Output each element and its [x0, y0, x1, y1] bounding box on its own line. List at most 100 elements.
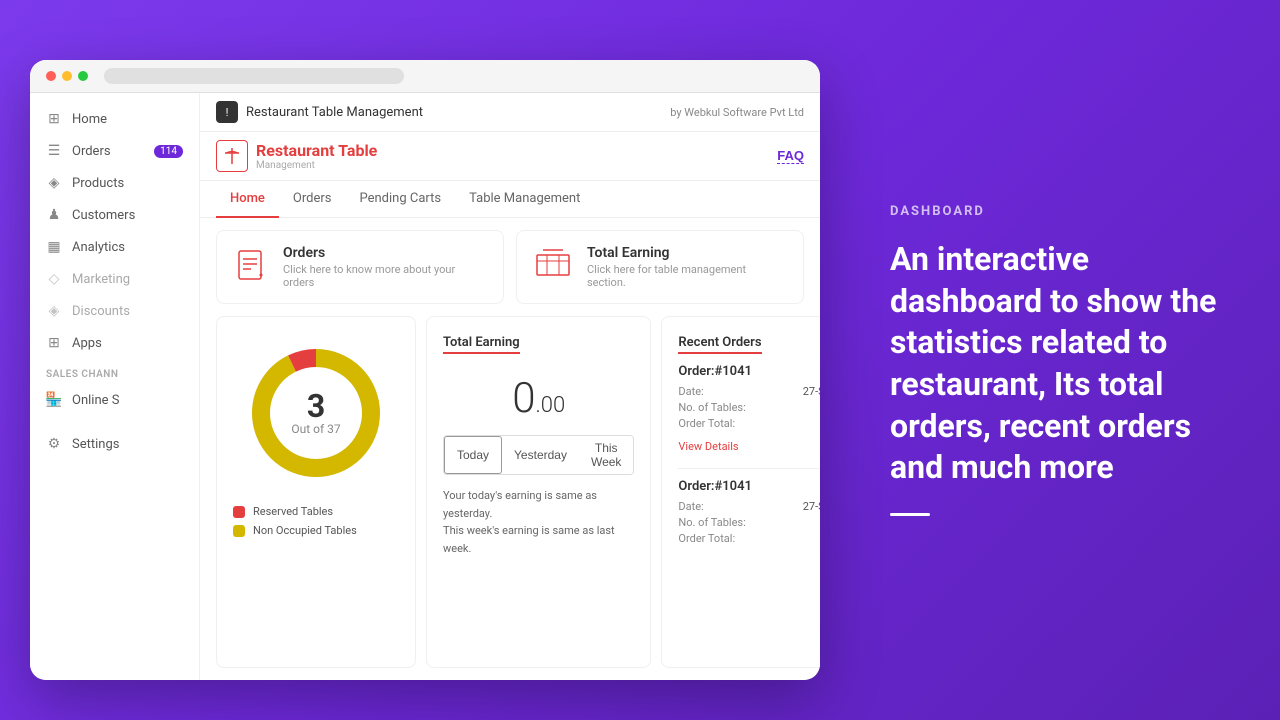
legend-dot-non-occupied [233, 525, 245, 537]
order-entry-1: Order:#1041 Date: 27-Sep-2022 No. of Tab… [678, 364, 820, 454]
customers-icon: ♟ [46, 207, 62, 223]
earning-card-title: Total Earning [587, 245, 787, 261]
sidebar-item-customers[interactable]: ♟ Customers [30, 199, 199, 231]
earning-card-icon [533, 247, 573, 288]
donut-label: 3 Out of 37 [291, 390, 340, 436]
tab-pending-carts[interactable]: Pending Carts [345, 181, 455, 218]
store-icon: 🏪 [46, 392, 62, 408]
legend-label-non-occupied: Non Occupied Tables [253, 524, 357, 537]
legend-dot-reserved [233, 506, 245, 518]
apps-icon: ⊞ [46, 335, 62, 351]
order-id-2: Order:#1041 [678, 479, 820, 494]
order-tables-label-2: No. of Tables: [678, 516, 745, 529]
products-icon: ◈ [46, 175, 62, 191]
sidebar-label-online-store: Online S [72, 393, 119, 408]
settings-icon: ⚙ [46, 436, 62, 452]
earning-filter-tabs: Today Yesterday This Week [443, 435, 634, 475]
order-total-row-1: Order Total: 787.50 [678, 417, 820, 432]
plugin-by: by Webkul Software Pvt Ltd [670, 106, 804, 119]
summary-cards: Orders Click here to know more about you… [200, 218, 820, 316]
sidebar-label-apps: Apps [72, 336, 102, 351]
rt-header: Restaurant Table Management FAQ [200, 132, 820, 181]
sidebar-item-marketing: ◇ Marketing [30, 263, 199, 295]
summary-card-orders[interactable]: Orders Click here to know more about you… [216, 230, 504, 304]
donut-number: 3 [291, 390, 340, 422]
plugin-header: ! Restaurant Table Management by Webkul … [200, 93, 820, 132]
order-id-1: Order:#1041 [678, 364, 820, 379]
sidebar-label-discounts: Discounts [72, 304, 130, 319]
dashboard-divider [890, 513, 930, 516]
filter-tab-yesterday[interactable]: Yesterday [502, 436, 579, 474]
browser-bar [30, 60, 820, 93]
rt-logo-area: Restaurant Table Management [216, 140, 377, 172]
donut-sub: Out of 37 [291, 422, 340, 436]
sidebar-label-settings: Settings [72, 437, 119, 452]
sidebar-item-orders[interactable]: ☰ Orders 114 [30, 135, 199, 167]
earning-amount-int: 0 [512, 374, 535, 423]
browser-dot-yellow [62, 71, 72, 81]
earning-note-week: This week's earning is same as last week… [443, 522, 634, 557]
tab-orders[interactable]: Orders [279, 181, 346, 218]
home-icon: ⊞ [46, 111, 62, 127]
dashboard-label: DASHBOARD [890, 204, 1240, 219]
dashboard-description: An interactive dashboard to show the sta… [890, 239, 1240, 489]
tables-panel: 3 Out of 37 Reserved Tables Non Occupied… [216, 316, 416, 668]
order-date-row-2: Date: 27-Sep-2022 [678, 500, 820, 513]
order-date-value-1: 27-Sep-2022 [803, 385, 820, 398]
filter-tab-today[interactable]: Today [444, 436, 502, 474]
tab-table-management[interactable]: Table Management [455, 181, 594, 218]
earning-card-text: Total Earning Click here for table manag… [587, 245, 787, 289]
earning-amount-dec: .00 [536, 393, 566, 418]
sidebar-item-home[interactable]: ⊞ Home [30, 103, 199, 135]
filter-tab-this-week[interactable]: This Week [579, 436, 633, 474]
order-date-row-1: Date: 27-Sep-2022 [678, 385, 820, 398]
browser-content: ⊞ Home ☰ Orders 114 ◈ Products ♟ Custome… [30, 93, 820, 680]
orders-card-text: Orders Click here to know more about you… [283, 245, 487, 289]
sidebar-item-discounts: ◈ Discounts [30, 295, 199, 327]
browser-mockup: ⊞ Home ☰ Orders 114 ◈ Products ♟ Custome… [30, 60, 820, 680]
sidebar-item-online-store[interactable]: 🏪 Online S [30, 384, 199, 416]
earning-amount: 0.00 [443, 374, 634, 423]
order-date-label-1: Date: [678, 385, 703, 398]
rt-icon-svg [223, 147, 241, 165]
rt-icon-box [216, 140, 248, 172]
sidebar-item-apps[interactable]: ⊞ Apps [30, 327, 199, 359]
summary-card-earning[interactable]: Total Earning Click here for table manag… [516, 230, 804, 304]
rt-title-group: Restaurant Table Management [256, 141, 377, 171]
analytics-icon: ▦ [46, 239, 62, 255]
sidebar-label-analytics: Analytics [72, 240, 125, 255]
rt-subtitle: Management [256, 160, 377, 171]
faq-button[interactable]: FAQ [777, 148, 804, 164]
sidebar-label-home: Home [72, 112, 107, 127]
view-details-link-1[interactable]: View Details [678, 440, 738, 453]
order-tables-row-1: No. of Tables: 1 [678, 401, 820, 414]
sidebar-label-products: Products [72, 176, 124, 191]
tab-home[interactable]: Home [216, 181, 279, 218]
browser-dot-green [78, 71, 88, 81]
marketing-icon: ◇ [46, 271, 62, 287]
plugin-title: Restaurant Table Management [246, 105, 423, 120]
order-date-label-2: Date: [678, 500, 703, 513]
orders-card-icon [233, 247, 269, 288]
sidebar: ⊞ Home ☰ Orders 114 ◈ Products ♟ Custome… [30, 93, 200, 680]
plugin-title-row: ! Restaurant Table Management [216, 101, 423, 123]
order-entry-2: Order:#1041 Date: 27-Sep-2022 No. of Tab… [678, 479, 820, 547]
orders-badge: 114 [154, 145, 183, 158]
order-date-value-2: 27-Sep-2022 [803, 500, 820, 513]
earning-card-sub: Click here for table management section. [587, 263, 787, 289]
sales-section-label: SALES CHANN [30, 359, 199, 384]
sidebar-label-orders: Orders [72, 144, 111, 159]
sidebar-item-products[interactable]: ◈ Products [30, 167, 199, 199]
sidebar-item-analytics[interactable]: ▦ Analytics [30, 231, 199, 263]
earning-panel-title: Total Earning [443, 335, 520, 354]
legend-label-reserved: Reserved Tables [253, 505, 333, 518]
order-total-label-1: Order Total: [678, 417, 735, 432]
earning-note-today: Your today's earning is same as yesterda… [443, 487, 634, 522]
orders-card-title: Orders [283, 245, 487, 261]
order-tables-row-2: No. of Tables: 1 [678, 516, 820, 529]
rt-title: Restaurant Table [256, 141, 377, 160]
legend-non-occupied: Non Occupied Tables [233, 524, 399, 537]
orders-icon: ☰ [46, 143, 62, 159]
sidebar-item-settings[interactable]: ⚙ Settings [30, 416, 199, 460]
earning-panel: Total Earning 0.00 Today Yesterday This … [426, 316, 651, 668]
